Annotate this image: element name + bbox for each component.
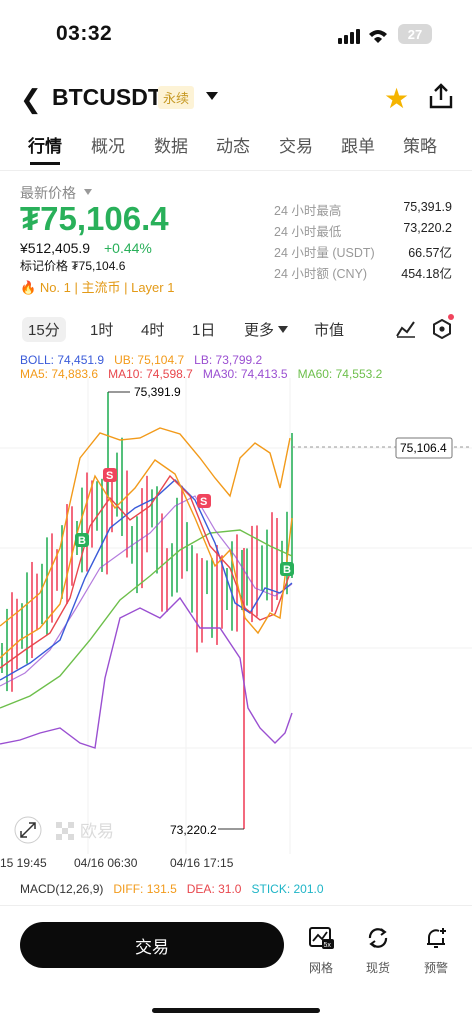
ma10-line [0,474,293,669]
mark-price: 标记价格 ₮75,104.6 [20,259,126,273]
spot-button[interactable]: 现货 [353,926,403,976]
svg-text:S: S [200,496,207,508]
candlestick-chart[interactable]: 75,391.9 75,106.4 73,220.2 B B S S 欧易 [0,378,472,854]
tf-1h[interactable]: 1时 [90,319,113,340]
more-caret-icon[interactable] [278,326,288,333]
grid-label: 网格 [308,961,333,975]
date-label: 04/16 06:30 [74,856,138,870]
coin-tags-text: No. 1 | 主流币 | Layer 1 [39,280,175,295]
stat-value: 73,220.2 [403,221,452,235]
spot-label: 现货 [365,961,390,975]
tab-trade[interactable]: 交易 [279,132,313,157]
date-label: 04/16 17:15 [170,856,234,870]
grid-button[interactable]: 5x 网格 [296,926,346,976]
tf-market-cap[interactable]: 市值 [314,319,344,340]
price-label-caret-icon[interactable] [84,189,92,195]
last-price: ₮75,106.4 [20,200,169,237]
svg-text:5x: 5x [324,942,332,949]
section-tabs: 行情 概况 数据 动态 交易 跟单 策略 [0,132,472,172]
indicator-icon[interactable] [396,320,416,338]
stat-row: 24 小时最低 73,220.2 [274,221,452,242]
cellular-signal-icon [338,29,387,44]
svg-text:S: S [106,470,113,482]
price-change: +0.44% [104,240,152,256]
tf-15m[interactable]: 15分 [22,317,66,342]
stat-row: 24 小时量 (USDT) 66.57亿 [274,242,452,263]
stat-value: 454.18亿 [401,267,452,281]
battery-indicator: 27 [398,24,432,44]
ma30-line [0,495,293,687]
active-tab-underline [30,162,60,165]
tab-news[interactable]: 动态 [216,132,250,157]
grid-bot-icon: 5x [309,927,334,949]
tf-4h[interactable]: 4时 [141,319,164,340]
bell-plus-icon [427,928,446,948]
boll-value: BOLL: 74,451.9 [20,353,105,367]
macd-diff: DIFF: 131.5 [113,882,177,896]
divider [0,170,472,171]
sell-marker[interactable]: S [103,468,117,482]
ma5-line [0,459,293,659]
stat-row: 24 小时最高 75,391.9 [274,200,452,221]
ma60-line [0,529,293,709]
svg-text:B: B [283,564,291,576]
last-price-label: 75,106.4 [400,441,447,455]
tab-market[interactable]: 行情 [28,132,62,157]
stat-key: 24 小时最低 [274,225,342,239]
symbol-title[interactable]: BTCUSDT [52,84,162,111]
coin-tags[interactable]: 🔥 No. 1 | 主流币 | Layer 1 [20,277,174,296]
tf-1d[interactable]: 1日 [192,319,215,340]
ub-value: UB: 75,104.7 [114,353,185,367]
trade-button[interactable]: 交易 [20,922,284,968]
back-icon[interactable]: ❮ [20,84,42,115]
sell-marker[interactable]: S [197,494,211,508]
expand-icon[interactable] [14,816,42,844]
notification-dot [448,314,454,320]
date-label: 15 19:45 [0,856,47,870]
stat-key: 24 小时最高 [274,204,342,218]
divider [0,905,472,906]
timeframe-bar: 15分 1时 4时 1日 更多 市值 [0,314,472,344]
lb-value: LB: 73,799.2 [194,353,263,367]
flame-icon: 🔥 [20,280,37,295]
stat-key: 24 小时量 (USDT) [274,246,375,260]
swap-cycle-icon [368,928,388,948]
settings-hex-icon[interactable] [432,319,452,339]
lb-line [0,596,293,749]
stat-row: 24 小时额 (CNY) 454.18亿 [274,263,452,284]
low-label: 73,220.2 [170,823,217,837]
stats-panel: 24 小时最高 75,391.9 24 小时最低 73,220.2 24 小时量 (… [274,200,452,284]
status-time: 03:32 [56,22,113,45]
stat-value: 66.57亿 [408,246,452,260]
macd-dea: DEA: 31.0 [186,882,242,896]
favorite-star-icon[interactable]: ★ [384,82,409,115]
tab-copy[interactable]: 跟单 [341,132,375,157]
tab-overview[interactable]: 概况 [91,132,125,157]
macd-stick: STICK: 201.0 [251,882,324,896]
share-icon[interactable] [428,82,454,110]
stat-key: 24 小时额 (CNY) [274,267,368,281]
tab-strategy[interactable]: 策略 [403,132,437,157]
buy-marker[interactable]: B [75,533,89,547]
symbol-dropdown-icon[interactable] [206,92,218,100]
svg-text:B: B [78,535,86,547]
stat-value: 75,391.9 [403,200,452,214]
tf-more[interactable]: 更多 [244,319,274,340]
tab-data[interactable]: 数据 [154,132,188,157]
svg-text:欧易: 欧易 [80,822,114,841]
price-cny: ¥512,405.9 [20,240,91,256]
alert-label: 预警 [423,961,448,975]
alert-button[interactable]: 预警 [411,926,461,976]
perpetual-badge: 永续 [158,86,195,109]
macd-label: MACD(12,26,9) [20,882,104,896]
high-label: 75,391.9 [134,385,181,399]
buy-marker[interactable]: B [280,562,294,576]
boll-legend: BOLL: 74,451.9 UB: 75,104.7 LB: 73,799.2 [20,353,262,367]
home-indicator [152,1008,320,1013]
watermark-logo: 欧易 [56,822,114,841]
macd-legend: MACD(12,26,9) DIFF: 131.5 DEA: 31.0 STIC… [20,882,324,896]
